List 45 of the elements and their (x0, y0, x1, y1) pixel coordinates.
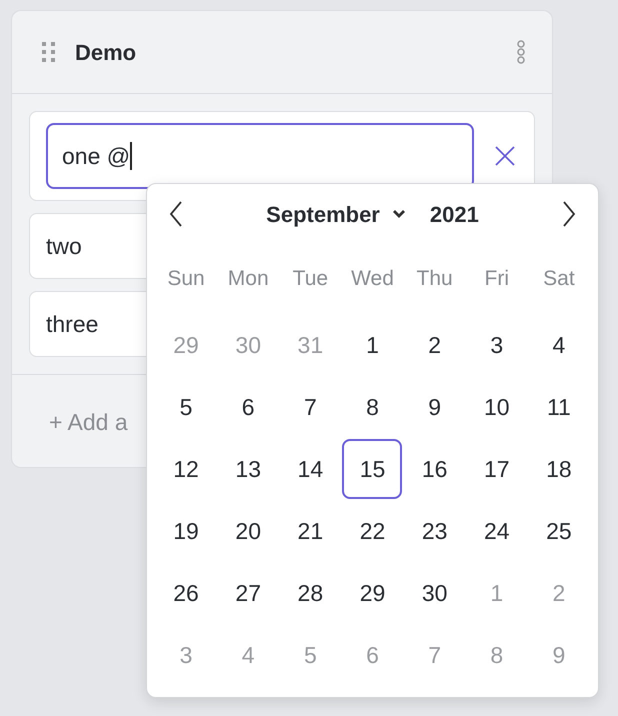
panel-title: Demo (75, 38, 136, 66)
year-label[interactable]: 2021 (430, 198, 479, 230)
weekday-label: Thu (416, 266, 454, 292)
day-cell[interactable]: 9 (404, 377, 465, 437)
drag-handle-icon[interactable] (42, 41, 56, 63)
day-cell[interactable]: 22 (342, 501, 402, 561)
day-cell[interactable]: 29 (342, 563, 402, 623)
day-cell[interactable]: 13 (218, 439, 278, 499)
day-cell[interactable]: 16 (404, 439, 465, 499)
day-cell[interactable]: 8 (342, 377, 402, 437)
next-month-icon[interactable] (562, 201, 576, 227)
day-cell[interactable]: 6 (218, 377, 278, 437)
day-cell[interactable]: 4 (528, 315, 589, 375)
day-cell[interactable]: 20 (218, 501, 278, 561)
chevron-down-icon (392, 209, 406, 219)
day-cell[interactable]: 14 (280, 439, 340, 499)
day-cell[interactable]: 24 (466, 501, 527, 561)
weekday-label: Mon (226, 266, 270, 292)
day-cell[interactable]: 30 (404, 563, 465, 623)
previous-month-icon[interactable] (169, 201, 183, 227)
day-cell[interactable]: 27 (218, 563, 278, 623)
weekday-label: Fri (484, 266, 510, 292)
day-cell[interactable]: 12 (156, 439, 216, 499)
day-cell[interactable]: 1 (342, 315, 402, 375)
weekday-label: Sat (542, 266, 576, 292)
day-cell[interactable]: 5 (156, 377, 216, 437)
day-cell[interactable]: 10 (466, 377, 527, 437)
weekday-label: Wed (350, 266, 395, 292)
day-cell[interactable]: 23 (404, 501, 465, 561)
close-icon[interactable] (494, 145, 516, 167)
day-cell[interactable]: 18 (528, 439, 589, 499)
day-cell[interactable]: 25 (528, 501, 589, 561)
day-cell[interactable]: 19 (156, 501, 216, 561)
day-cell[interactable]: 3 (466, 315, 527, 375)
day-cell[interactable]: 7 (280, 377, 340, 437)
month-select[interactable]: September (266, 198, 406, 230)
day-cell[interactable]: 21 (280, 501, 340, 561)
weekday-label: Tue (292, 266, 330, 292)
day-cell[interactable]: 28 (280, 563, 340, 623)
day-cell[interactable]: 15 (342, 439, 402, 499)
weekday-label: Sun (166, 266, 206, 292)
day-cell[interactable]: 11 (528, 377, 589, 437)
day-cell[interactable]: 26 (156, 563, 216, 623)
day-cell[interactable]: 17 (466, 439, 527, 499)
day-cell[interactable]: 2 (404, 315, 465, 375)
